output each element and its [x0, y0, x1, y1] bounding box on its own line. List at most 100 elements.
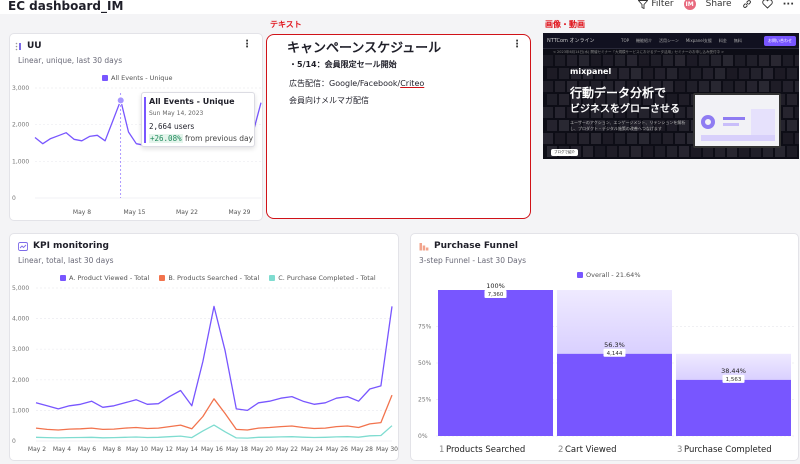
x-tick-label: May 12: [151, 446, 173, 453]
heart-icon[interactable]: [761, 0, 773, 9]
banner-nav-links: TOP 機能紹介 活用シーン Mixpanel支援 料金 無料: [621, 38, 742, 44]
y-tick-label: 5,000: [12, 285, 29, 292]
kpi-line-chart[interactable]: 0 1,000 2,000 3,000 4,000 5,000 May 2 May 4 May …: [9, 233, 399, 461]
banner-cta: お問い合わせ: [764, 36, 796, 46]
tooltip-date: Sun May 14, 2023: [149, 110, 204, 117]
y-tick-label: 3,000: [12, 85, 29, 92]
y-tick-label: 0%: [418, 433, 428, 440]
banner-headline-2: ビジネスをグローさせる: [570, 104, 680, 115]
dashboard-title[interactable]: EC dashboard_IM: [8, 0, 123, 13]
x-tick-label: May 30: [376, 446, 398, 453]
funnel-count-label: 1,563: [726, 377, 742, 383]
criteo-link[interactable]: Criteo: [400, 79, 424, 88]
top-bar: EC dashboard_IM Filter IM Share ···: [0, 0, 800, 14]
y-tick-label: 4,000: [12, 316, 29, 323]
banner-logo: NTTCom オンライン: [547, 38, 595, 44]
y-tick-label: 50%: [418, 360, 432, 367]
x-tick-label: May 10: [126, 446, 148, 453]
x-tick-label: May 26: [326, 446, 348, 453]
campaign-line-1: ・5/14：会員限定セール開始: [289, 60, 397, 69]
banner-nav-link: 料金: [718, 38, 727, 43]
funnel-bar: [438, 290, 553, 436]
tooltip-accent: [144, 97, 146, 143]
banner-nav-link: 機能紹介: [636, 38, 653, 43]
filter-button[interactable]: Filter: [638, 0, 674, 9]
mixpanel-banner-image[interactable]: NTTCom オンライン TOP 機能紹介 活用シーン Mixpanel支援 料…: [543, 33, 799, 159]
x-tick-label: May 2: [28, 446, 46, 453]
x-tick-label: May 16: [201, 446, 223, 453]
text-card-kebab-icon[interactable]: ⋮: [512, 39, 522, 50]
tooltip-value: 2,664: [149, 122, 172, 131]
funnel-percent-label: 56.3%: [604, 341, 625, 349]
hover-point: [116, 96, 125, 105]
laptop-graphic: [693, 93, 781, 148]
funnel-step-number: 2: [558, 445, 563, 455]
banner-brand: mixpanel: [570, 67, 612, 76]
share-button[interactable]: Share: [706, 0, 732, 9]
text-card: キャンペーンスケジュール ⋮ ・5/14：会員限定セール開始 広告配信：Goog…: [266, 34, 531, 219]
x-tick-label: May 4: [53, 446, 71, 453]
tooltip-change-row: +26.08% from previous day: [149, 134, 253, 143]
y-tick-label: 75%: [418, 324, 432, 331]
filter-icon: [638, 0, 649, 9]
top-actions: Filter IM Share ···: [638, 0, 794, 10]
y-tick-label: 3,000: [12, 346, 29, 353]
funnel-step-label: Products Searched: [446, 445, 525, 455]
tooltip-change-suffix: from previous day: [185, 134, 254, 143]
banner-headline-1: 行動データ分析で: [570, 86, 667, 100]
y-tick-label: 1,000: [12, 407, 29, 414]
x-tick-label: May 22: [276, 446, 298, 453]
banner-nav-link: 活用シーン: [659, 38, 679, 43]
x-tick-label: May 8: [103, 446, 121, 453]
avatar[interactable]: IM: [683, 0, 696, 10]
banner-nav-link: 無料: [733, 38, 742, 43]
tooltip-change: +26.08%: [149, 134, 183, 143]
banner-nav-link: TOP: [621, 38, 630, 43]
y-tick-label: 1,000: [12, 158, 29, 165]
uu-tooltip: All Events - Unique Sun May 14, 2023 2,6…: [141, 92, 255, 147]
funnel-step-number: 3: [677, 445, 682, 455]
x-tick-label: May 29: [229, 209, 251, 216]
funnel-percent-label: 100%: [486, 282, 505, 290]
campaign-line-2-prefix: 広告配信：Google/Facebook/: [289, 79, 401, 88]
x-tick-label: May 14: [176, 446, 198, 453]
tooltip-unit: users: [173, 122, 195, 131]
funnel-percent-label: 38.44%: [721, 367, 746, 375]
link-icon[interactable]: [742, 0, 752, 9]
x-tick-label: May 20: [251, 446, 273, 453]
funnel-step-label: Cart Viewed: [565, 445, 616, 455]
banner-ticker: < 2023年6月14日(水) 開催セミナー「大規模サービスにおけるデータ活用」…: [553, 50, 725, 54]
banner-nav: NTTCom オンライン TOP 機能紹介 活用シーン Mixpanel支援 料…: [543, 33, 799, 49]
image-annotation: 画像・動画: [545, 20, 585, 29]
banner-nav-link: Mixpanel支援: [685, 38, 712, 43]
funnel-bar: [676, 379, 791, 436]
filter-label: Filter: [651, 0, 674, 9]
y-tick-label: 0: [12, 438, 16, 445]
funnel-step-label: Purchase Completed: [684, 445, 772, 455]
x-tick-label: May 6: [78, 446, 96, 453]
series-line: [35, 305, 393, 412]
y-tick-label: 0: [12, 195, 16, 202]
x-tick-label: May 15: [124, 209, 146, 216]
x-tick-label: May 28: [351, 446, 373, 453]
x-tick-label: May 18: [226, 446, 248, 453]
text-annotation: テキスト: [270, 20, 302, 29]
funnel-bar-chart[interactable]: 0% 25% 50% 75% 100% 7,360 1 Products Searched 56…: [410, 233, 799, 461]
banner-chip: ブログで紹介: [551, 149, 578, 156]
funnel-step-number: 1: [439, 445, 444, 455]
banner-body: ユーザーのアクション、エンゲージメント、リテンションを解析し、プロダクト・デジタ…: [570, 120, 686, 131]
campaign-line-2: 広告配信：Google/Facebook/Criteo: [289, 78, 424, 89]
x-tick-label: May 8: [73, 209, 91, 216]
campaign-heading: キャンペーンスケジュール: [287, 41, 442, 56]
y-tick-label: 2,000: [12, 122, 29, 129]
campaign-line-3: 会員向けメルマガ配信: [289, 96, 369, 105]
tooltip-title: All Events - Unique: [149, 97, 235, 106]
tooltip-value-row: 2,664 users: [149, 122, 194, 131]
funnel-count-label: 7,360: [488, 292, 504, 298]
y-tick-label: 2,000: [12, 377, 29, 384]
x-tick-label: May 22: [176, 209, 198, 216]
more-icon[interactable]: ···: [783, 0, 794, 10]
x-tick-label: May 24: [301, 446, 323, 453]
y-tick-label: 25%: [418, 397, 432, 404]
funnel-count-label: 4,144: [607, 351, 623, 357]
